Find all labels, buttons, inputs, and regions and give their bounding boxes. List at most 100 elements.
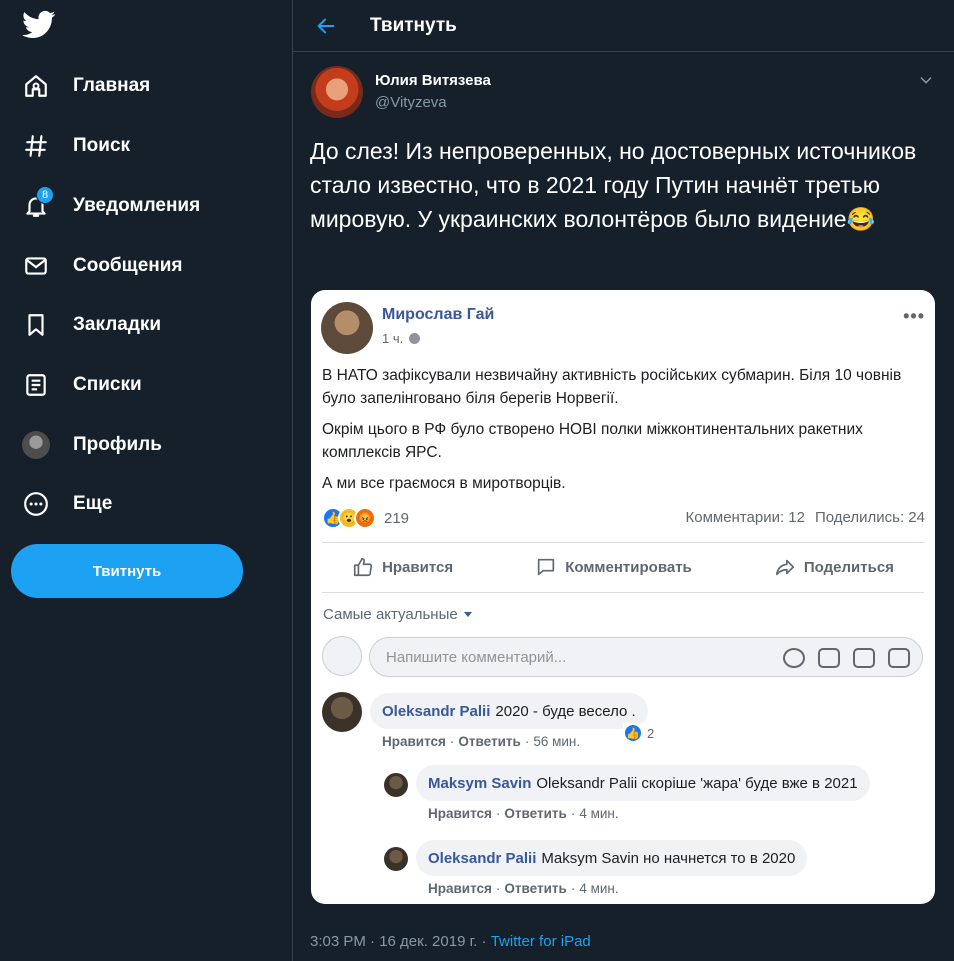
sidebar-item-label: Поиск — [73, 135, 131, 156]
reply-bubble: Maksym Savin Oleksandr Palii скоріше 'жа… — [416, 765, 870, 801]
tweet-source-link[interactable]: Twitter for iPad — [491, 933, 591, 950]
reply-author: Maksym Savin — [428, 774, 532, 792]
fb-paragraph: Окрім цього в РФ було створено НОВІ полк… — [322, 421, 863, 461]
reply-meta: Нравится · Ответить · 4 мин. — [428, 806, 619, 821]
comment-sort: Самые актуальные — [323, 606, 472, 623]
reply-text: Oleksandr Palii скоріше 'жара' буде вже … — [536, 774, 858, 792]
sticker-icon — [888, 648, 910, 668]
sidebar-item-more[interactable]: Еще — [22, 484, 112, 524]
reply-reply-link: Ответить — [504, 881, 567, 896]
reaction-count: 219 — [384, 509, 410, 527]
comment-input-icons — [783, 648, 910, 668]
comment-placeholder: Напишите комментарий... — [386, 648, 567, 666]
header: Твитнуть — [293, 0, 954, 52]
main-column: Твитнуть Юлия Витязева @Vityzeva До слез… — [292, 0, 954, 961]
reply-text: Maksym Savin но начнется то в 2020 — [541, 849, 796, 867]
chevron-down-icon[interactable] — [918, 72, 934, 88]
fb-like-label: Нравится — [382, 558, 454, 576]
author-avatar[interactable] — [311, 66, 363, 118]
emoji-icon — [783, 648, 805, 668]
fb-share-action: Поделиться — [774, 556, 894, 578]
comment-avatar — [322, 692, 362, 732]
sidebar-item-label: Закладки — [73, 314, 162, 335]
sidebar-item-label: Профиль — [73, 434, 162, 455]
sidebar: Главная Поиск 8 Уведомления Сообщения За… — [0, 0, 292, 961]
comment-reply-link: Ответить — [458, 734, 521, 749]
reply-avatar — [384, 847, 408, 871]
tweet-button[interactable]: Твитнуть — [11, 544, 243, 598]
comments-count: Комментарии: 12 — [685, 509, 806, 526]
twitter-bird-icon[interactable] — [22, 10, 56, 40]
like-reaction-icon: 👍 — [623, 723, 643, 743]
fb-time-text: 1 ч. — [382, 331, 404, 346]
comment-meta: Нравится · Ответить · 56 мин. — [382, 734, 580, 749]
meta-sep: · — [495, 881, 501, 896]
home-icon — [22, 72, 50, 100]
reactions-summary: 👍 😮 😡 219 — [322, 507, 409, 529]
sidebar-item-home[interactable]: Главная — [22, 66, 150, 106]
fb-post-time: 1 ч. — [382, 331, 421, 346]
tweet-timestamp[interactable]: 3:03 PM · 16 дек. 2019 г. · — [310, 933, 491, 950]
sidebar-item-lists[interactable]: Списки — [22, 365, 142, 405]
fb-author-avatar — [321, 302, 373, 354]
divider — [322, 542, 924, 543]
divider — [322, 592, 924, 593]
notification-badge: 8 — [36, 186, 54, 204]
sidebar-item-label: Списки — [73, 374, 142, 395]
sidebar-item-label: Главная — [73, 75, 151, 96]
sidebar-item-profile[interactable]: Профиль — [22, 425, 162, 465]
mail-icon — [22, 252, 50, 280]
back-arrow-icon[interactable] — [315, 15, 337, 37]
page-title: Твитнуть — [370, 14, 457, 36]
reply-meta: Нравится · Ответить · 4 мин. — [428, 881, 619, 896]
reply-like-link: Нравится — [428, 881, 492, 896]
sidebar-item-label: Уведомления — [73, 195, 201, 216]
reply-author: Oleksandr Palii — [428, 849, 537, 867]
angry-reaction-icon: 😡 — [354, 507, 376, 529]
comment-time: 56 мин. — [533, 734, 581, 749]
fb-comment-action: Комментировать — [535, 556, 692, 578]
more-dots-icon: ••• — [903, 306, 925, 326]
fb-share-label: Поделиться — [803, 558, 894, 576]
camera-icon — [818, 648, 840, 668]
meta-sep: · — [495, 806, 501, 821]
fb-author-name: Мирослав Гай — [382, 306, 495, 323]
sort-label: Самые актуальные — [323, 606, 458, 623]
tweet-footer: 3:03 PM · 16 дек. 2019 г. · Twitter for … — [310, 933, 591, 950]
thumbs-up-icon — [353, 557, 373, 577]
comment-reactions: 👍 2 — [623, 723, 655, 743]
sidebar-item-notifications[interactable]: 8 Уведомления — [22, 186, 200, 226]
post-stats: Комментарии: 12 Поделились: 24 — [686, 509, 926, 526]
author-handle[interactable]: @Vityzeva — [375, 94, 447, 111]
avatar — [22, 431, 50, 459]
more-icon — [22, 490, 50, 518]
bookmark-icon — [22, 311, 50, 339]
sidebar-item-messages[interactable]: Сообщения — [22, 246, 183, 286]
fb-comment-label: Комментировать — [565, 558, 692, 576]
meta-sep: · — [449, 734, 455, 749]
reply-avatar — [384, 773, 408, 797]
meta-sep: · — [570, 806, 576, 821]
comment-input: Напишите комментарий... — [369, 637, 923, 677]
post-actions: Нравится Комментировать Поделиться — [311, 552, 935, 582]
embedded-facebook-screenshot[interactable]: Мирослав Гай 1 ч. ••• В НАТО зафіксували… — [311, 290, 935, 904]
meta-sep: · — [570, 881, 576, 896]
gif-icon — [853, 648, 875, 668]
comment-like-link: Нравится — [382, 734, 446, 749]
globe-icon — [409, 333, 421, 344]
sidebar-item-bookmarks[interactable]: Закладки — [22, 305, 161, 345]
caret-down-icon — [463, 612, 472, 617]
comment-icon — [538, 558, 555, 576]
hashtag-icon — [22, 132, 50, 160]
bell-icon: 8 — [22, 186, 54, 220]
fb-paragraph: А ми все граємося в миротворців. — [322, 475, 566, 492]
author-name[interactable]: Юлия Витязева — [375, 72, 491, 89]
sidebar-item-label: Еще — [73, 493, 113, 514]
meta-sep: · — [524, 734, 530, 749]
reply-time: 4 мин. — [579, 806, 619, 821]
reply-like-link: Нравится — [428, 806, 492, 821]
fb-paragraph: В НАТО зафіксували незвичайну активність… — [322, 367, 902, 407]
comment-author: Oleksandr Palii — [382, 702, 491, 720]
sidebar-item-search[interactable]: Поиск — [22, 126, 130, 166]
shares-count: Поделились: 24 — [815, 509, 925, 526]
